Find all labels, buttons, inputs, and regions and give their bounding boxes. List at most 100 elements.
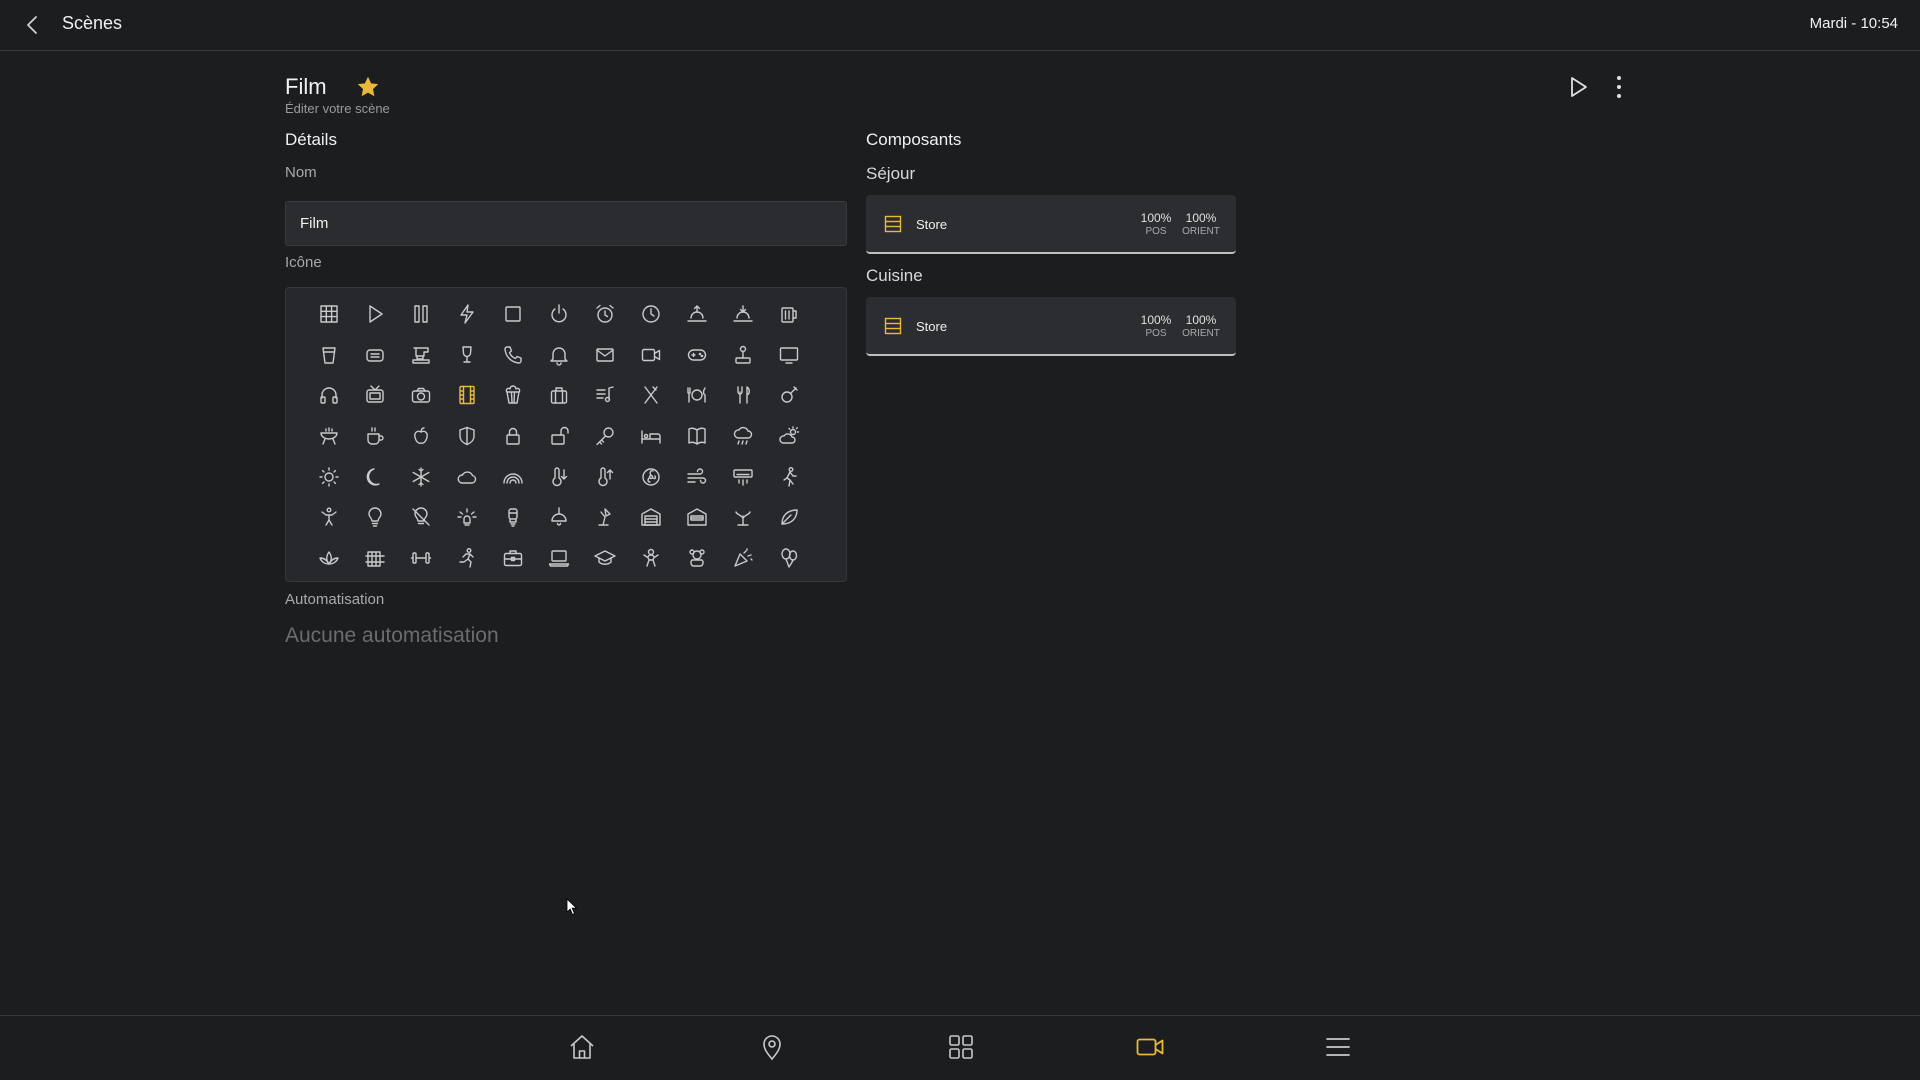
- back-arrow-icon[interactable]: [20, 12, 46, 38]
- component-card-sejour-store[interactable]: Store 100% POS 100% ORIENT: [866, 195, 1236, 254]
- coffee-cup-icon[interactable]: [352, 416, 398, 457]
- more-options-icon[interactable]: [1606, 74, 1632, 100]
- bbq-icon[interactable]: [306, 416, 352, 457]
- clock-icon[interactable]: [628, 294, 674, 335]
- headphones-icon[interactable]: [306, 375, 352, 416]
- laptop-icon[interactable]: [536, 538, 582, 579]
- balloons-icon[interactable]: [766, 538, 812, 579]
- lotus-icon[interactable]: [306, 538, 352, 579]
- location-pin-icon[interactable]: [757, 1032, 787, 1062]
- party-icon[interactable]: [720, 538, 766, 579]
- lightbulb-off-icon[interactable]: [398, 497, 444, 538]
- plant-sprout-icon[interactable]: [720, 497, 766, 538]
- components-section-title: Composants: [866, 130, 962, 149]
- fork-knife-icon[interactable]: [720, 375, 766, 416]
- wind-icon[interactable]: [674, 456, 720, 497]
- film-icon[interactable]: [444, 375, 490, 416]
- monitor-icon[interactable]: [766, 335, 812, 376]
- sun-icon[interactable]: [306, 456, 352, 497]
- phone-icon[interactable]: [490, 335, 536, 376]
- scene-name-input[interactable]: [285, 201, 847, 246]
- camera-icon[interactable]: [398, 375, 444, 416]
- moon-icon[interactable]: [352, 456, 398, 497]
- person-walking-icon[interactable]: [766, 456, 812, 497]
- teddy-bear-icon[interactable]: [674, 538, 720, 579]
- utensils-icon[interactable]: [628, 375, 674, 416]
- snowflake-icon[interactable]: [398, 456, 444, 497]
- icon-grid: [306, 294, 812, 578]
- beer-icon[interactable]: [766, 294, 812, 335]
- baby-icon[interactable]: [628, 538, 674, 579]
- toaster-icon[interactable]: [352, 335, 398, 376]
- orientation-label: ORIENT: [1182, 328, 1220, 339]
- garage-open-icon[interactable]: [674, 497, 720, 538]
- mail-icon[interactable]: [582, 335, 628, 376]
- menu-icon[interactable]: [1323, 1032, 1353, 1062]
- rain-icon[interactable]: [720, 416, 766, 457]
- scene-subtitle: Éditer votre scène: [285, 101, 390, 116]
- alarm-clock-icon[interactable]: [582, 294, 628, 335]
- automation-empty-text: Aucune automatisation: [285, 624, 499, 647]
- music-icon[interactable]: [582, 375, 628, 416]
- lightbulb-icon[interactable]: [352, 497, 398, 538]
- wine-glass-icon[interactable]: [444, 335, 490, 376]
- popcorn-icon[interactable]: [490, 375, 536, 416]
- lock-icon[interactable]: [490, 416, 536, 457]
- home-icon[interactable]: [567, 1032, 597, 1062]
- favorite-star-icon[interactable]: [355, 74, 381, 100]
- led-bulb-icon[interactable]: [490, 497, 536, 538]
- lightning-icon[interactable]: [444, 294, 490, 335]
- scenes-camera-icon[interactable]: [1135, 1032, 1165, 1062]
- icon-picker: [285, 287, 847, 582]
- pause-icon[interactable]: [398, 294, 444, 335]
- tv-icon[interactable]: [352, 375, 398, 416]
- fan-icon[interactable]: [628, 456, 674, 497]
- play-icon[interactable]: [352, 294, 398, 335]
- radiator-icon[interactable]: [352, 538, 398, 579]
- sunset-icon[interactable]: [720, 294, 766, 335]
- briefcase-icon[interactable]: [490, 538, 536, 579]
- bed-icon[interactable]: [628, 416, 674, 457]
- temperature-down-icon[interactable]: [536, 456, 582, 497]
- suitcase-icon[interactable]: [536, 375, 582, 416]
- joystick-icon[interactable]: [720, 335, 766, 376]
- apple-icon[interactable]: [398, 416, 444, 457]
- temperature-up-icon[interactable]: [582, 456, 628, 497]
- cloud-icon[interactable]: [444, 456, 490, 497]
- room-label-sejour: Séjour: [866, 164, 916, 183]
- bell-icon[interactable]: [536, 335, 582, 376]
- automation-label: Automatisation: [285, 591, 385, 608]
- guitar-icon[interactable]: [766, 375, 812, 416]
- light-rays-icon[interactable]: [444, 497, 490, 538]
- book-icon[interactable]: [674, 416, 720, 457]
- ceiling-lamp-icon[interactable]: [536, 497, 582, 538]
- date-time-display: Mardi - 10:54: [1809, 15, 1898, 32]
- gamepad-icon[interactable]: [674, 335, 720, 376]
- desk-lamp-icon[interactable]: [582, 497, 628, 538]
- person-arms-icon[interactable]: [306, 497, 352, 538]
- rainbow-icon[interactable]: [490, 456, 536, 497]
- play-scene-button[interactable]: [1565, 74, 1591, 100]
- unlock-icon[interactable]: [536, 416, 582, 457]
- dumbbell-icon[interactable]: [398, 538, 444, 579]
- graduation-cap-icon[interactable]: [582, 538, 628, 579]
- cloud-sun-icon[interactable]: [766, 416, 812, 457]
- orientation-value: 100%: [1185, 313, 1217, 327]
- coffee-machine-icon[interactable]: [398, 335, 444, 376]
- key-icon[interactable]: [582, 416, 628, 457]
- power-icon[interactable]: [536, 294, 582, 335]
- dining-icon[interactable]: [674, 375, 720, 416]
- garage-icon[interactable]: [628, 497, 674, 538]
- sunrise-icon[interactable]: [674, 294, 720, 335]
- scene-title: Film: [285, 74, 327, 99]
- video-camera-icon[interactable]: [628, 335, 674, 376]
- glass-icon[interactable]: [306, 335, 352, 376]
- dashboard-grid-icon[interactable]: [946, 1032, 976, 1062]
- grid-icon[interactable]: [306, 294, 352, 335]
- leaf-icon[interactable]: [766, 497, 812, 538]
- component-card-cuisine-store[interactable]: Store 100% POS 100% ORIENT: [866, 297, 1236, 356]
- shield-icon[interactable]: [444, 416, 490, 457]
- air-conditioner-icon[interactable]: [720, 456, 766, 497]
- running-icon[interactable]: [444, 538, 490, 579]
- stop-icon[interactable]: [490, 294, 536, 335]
